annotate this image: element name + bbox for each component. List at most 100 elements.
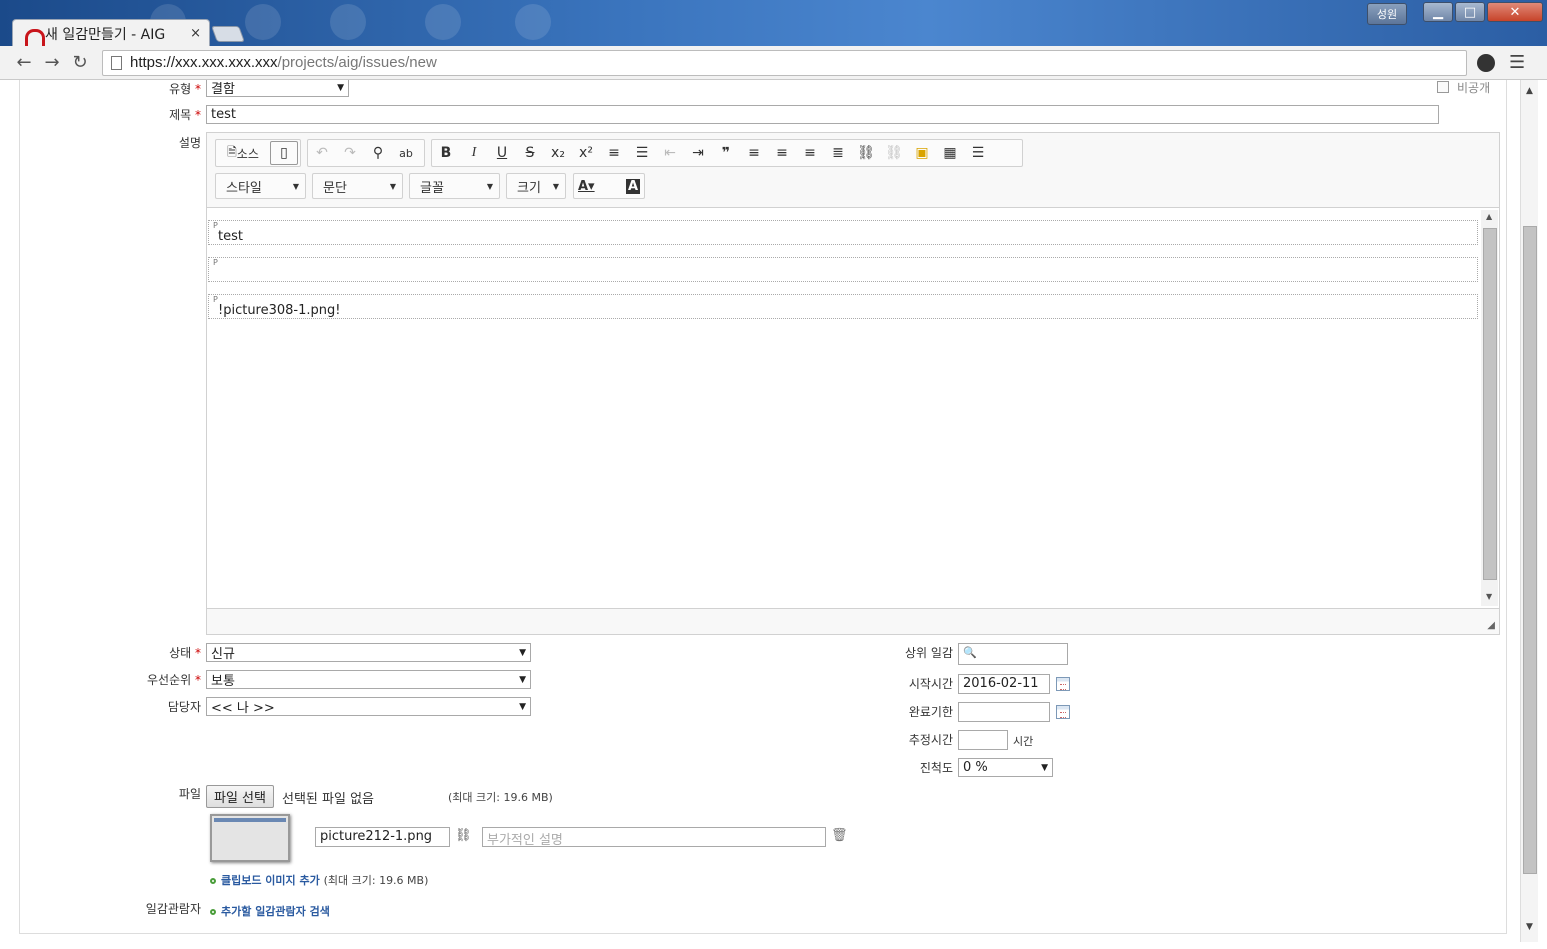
file-choose-button[interactable]: 파일 선택 <box>206 785 274 808</box>
window-close-icon[interactable]: ✕ <box>1487 2 1543 22</box>
align-right-icon[interactable]: ≡ <box>796 141 824 165</box>
subject-input[interactable]: test <box>206 105 1439 124</box>
done-ratio-select[interactable]: 0 % ▼ <box>958 758 1053 777</box>
profile-button[interactable]: 성원 <box>1367 3 1407 25</box>
minimize-icon[interactable]: ▁ <box>1423 2 1453 22</box>
subscript-icon[interactable]: x₂ <box>544 141 572 165</box>
blockquote-icon[interactable]: ❞ <box>712 141 740 165</box>
background-decoration <box>330 4 366 40</box>
maximize-editor-icon[interactable]: ▯ <box>270 141 298 165</box>
superscript-icon[interactable]: x² <box>572 141 600 165</box>
calendar-icon[interactable] <box>1056 705 1070 719</box>
extension-icon[interactable] <box>1477 53 1495 72</box>
delete-trash-icon[interactable]: 🗑 <box>831 828 848 843</box>
font-dropdown[interactable]: 글꼴 ▼ <box>409 173 500 199</box>
format-dropdown[interactable]: 문단 ▼ <box>312 173 403 199</box>
estimated-time-input[interactable] <box>958 730 1008 750</box>
url-host: https://xxx.xxx.xxx.xxx <box>130 54 278 71</box>
replace-icon[interactable]: ab <box>392 141 420 165</box>
dropdown-arrow-icon: ▼ <box>292 181 299 191</box>
browser-toolbar: ← → ↻ https://xxx.xxx.xxx.xxx/projects/a… <box>0 46 1547 80</box>
align-center-icon[interactable]: ≡ <box>768 141 796 165</box>
indent-icon[interactable]: ⇥ <box>684 141 712 165</box>
source-button[interactable]: 🗎 소스 <box>216 141 270 165</box>
assignee-select[interactable]: << 나 >> ▼ <box>206 697 531 716</box>
dropdown-arrow-icon: ▼ <box>519 674 526 685</box>
bullet-list-icon[interactable]: ☰ <box>628 141 656 165</box>
private-checkbox[interactable] <box>1437 81 1449 93</box>
new-tab-button[interactable] <box>211 26 245 42</box>
scroll-up-icon[interactable]: ▲ <box>1486 212 1492 221</box>
editor-toolbar-undo: ↶ ↷ ⚲ ab <box>307 139 425 167</box>
redmine-favicon-icon <box>25 27 45 46</box>
status-select[interactable]: 신규 ▼ <box>206 643 531 662</box>
color-toolbar: A▾ A <box>573 173 645 199</box>
search-watchers-link[interactable]: 추가할 일감관람자 검색 <box>210 903 330 919</box>
scroll-down-icon[interactable]: ▼ <box>1486 592 1492 601</box>
redo-icon[interactable]: ↷ <box>336 141 364 165</box>
attachment-description-input[interactable]: 부가적인 설명 <box>482 827 826 847</box>
forward-arrow-icon[interactable]: → <box>38 52 66 73</box>
editor-scrollbar[interactable]: ▲ ▼ <box>1481 210 1498 606</box>
priority-select[interactable]: 보통 ▼ <box>206 670 531 689</box>
back-arrow-icon[interactable]: ← <box>10 52 38 73</box>
numbered-list-icon[interactable]: ≡ <box>600 141 628 165</box>
editor-scroll-thumb[interactable] <box>1483 228 1497 580</box>
hours-unit: 시간 <box>1013 735 1034 748</box>
dropdown-arrow-icon: ▼ <box>1041 762 1048 773</box>
editor-paragraph[interactable]: Ptest <box>208 220 1478 245</box>
due-date-input[interactable] <box>958 702 1050 722</box>
link-icon[interactable]: ⛓ <box>852 141 880 165</box>
image-icon[interactable]: ▣ <box>908 141 936 165</box>
unlink-icon[interactable]: ⛓ <box>880 141 908 165</box>
attachment-thumbnail[interactable] <box>210 814 290 862</box>
start-date-input[interactable]: 2016-02-11 <box>958 674 1050 694</box>
editor-paragraph[interactable]: P !picture308-1.png! <box>208 294 1478 319</box>
page-scroll-thumb[interactable] <box>1523 226 1537 874</box>
page-scrollbar[interactable]: ▲ ▼ <box>1520 80 1538 942</box>
scroll-down-icon[interactable]: ▼ <box>1526 922 1533 932</box>
file-label: 파일 <box>178 787 201 801</box>
background-color-icon[interactable]: A <box>625 178 640 194</box>
search-icon: 🔍 <box>963 646 977 659</box>
resize-handle-icon[interactable]: ◢ <box>1487 620 1495 631</box>
text-color-icon[interactable]: A▾ <box>578 179 595 194</box>
link-icon[interactable]: ⛓ <box>455 828 472 843</box>
browser-tab-active[interactable]: 새 일감만들기 - AIG × <box>12 19 210 47</box>
window-titlebar: 새 일감만들기 - AIG × 성원 ▁ □ ✕ <box>0 0 1547 47</box>
description-label: 설명 <box>178 136 201 150</box>
dropdown-arrow-icon: ▼ <box>486 181 493 191</box>
size-dropdown[interactable]: 크기 ▼ <box>506 173 566 199</box>
horizontal-rule-icon[interactable]: ☰ <box>964 141 992 165</box>
bold-icon[interactable]: B <box>432 141 460 165</box>
attachment-filename-input[interactable]: picture212-1.png <box>315 827 450 847</box>
clipboard-image-link[interactable]: 클립보드 이미지 추가 (최대 크기: 19.6 MB) <box>210 872 428 888</box>
background-decoration <box>425 4 461 40</box>
outdent-icon[interactable]: ⇤ <box>656 141 684 165</box>
editor-paragraph[interactable]: P <box>208 257 1478 282</box>
dropdown-arrow-icon: ▼ <box>389 181 396 191</box>
calendar-icon[interactable] <box>1056 677 1070 691</box>
scroll-up-icon[interactable]: ▲ <box>1526 86 1533 96</box>
hamburger-menu-icon[interactable]: ☰ <box>1509 52 1525 73</box>
reload-icon[interactable]: ↻ <box>66 52 94 73</box>
parent-issue-input[interactable]: 🔍 <box>958 643 1068 665</box>
find-icon[interactable]: ⚲ <box>364 141 392 165</box>
maximize-icon[interactable]: □ <box>1455 2 1485 22</box>
max-size-note: (최대 크기: 19.6 MB) <box>448 791 553 804</box>
strikethrough-icon[interactable]: S <box>516 141 544 165</box>
style-dropdown[interactable]: 스타일 ▼ <box>215 173 306 199</box>
tab-close-icon[interactable]: × <box>190 26 201 41</box>
page-icon <box>111 55 122 70</box>
page-content: ▲ ▼ 유형 * 결함 ▼ 비공개 제목 * test 설명 🗎 소스 ▯ ↶ ↷… <box>0 80 1547 949</box>
address-bar[interactable]: https://xxx.xxx.xxx.xxx/projects/aig/iss… <box>102 49 1467 76</box>
italic-icon[interactable]: I <box>460 141 488 165</box>
underline-icon[interactable]: U <box>488 141 516 165</box>
editor-content-area[interactable]: Ptest P P !picture308-1.png! ▲ ▼ <box>207 207 1499 609</box>
justify-icon[interactable]: ≣ <box>824 141 852 165</box>
undo-icon[interactable]: ↶ <box>308 141 336 165</box>
align-left-icon[interactable]: ≡ <box>740 141 768 165</box>
window-controls: ▁ □ ✕ <box>1423 2 1543 22</box>
type-select[interactable]: 결함 ▼ <box>206 80 349 97</box>
table-icon[interactable]: ▦ <box>936 141 964 165</box>
